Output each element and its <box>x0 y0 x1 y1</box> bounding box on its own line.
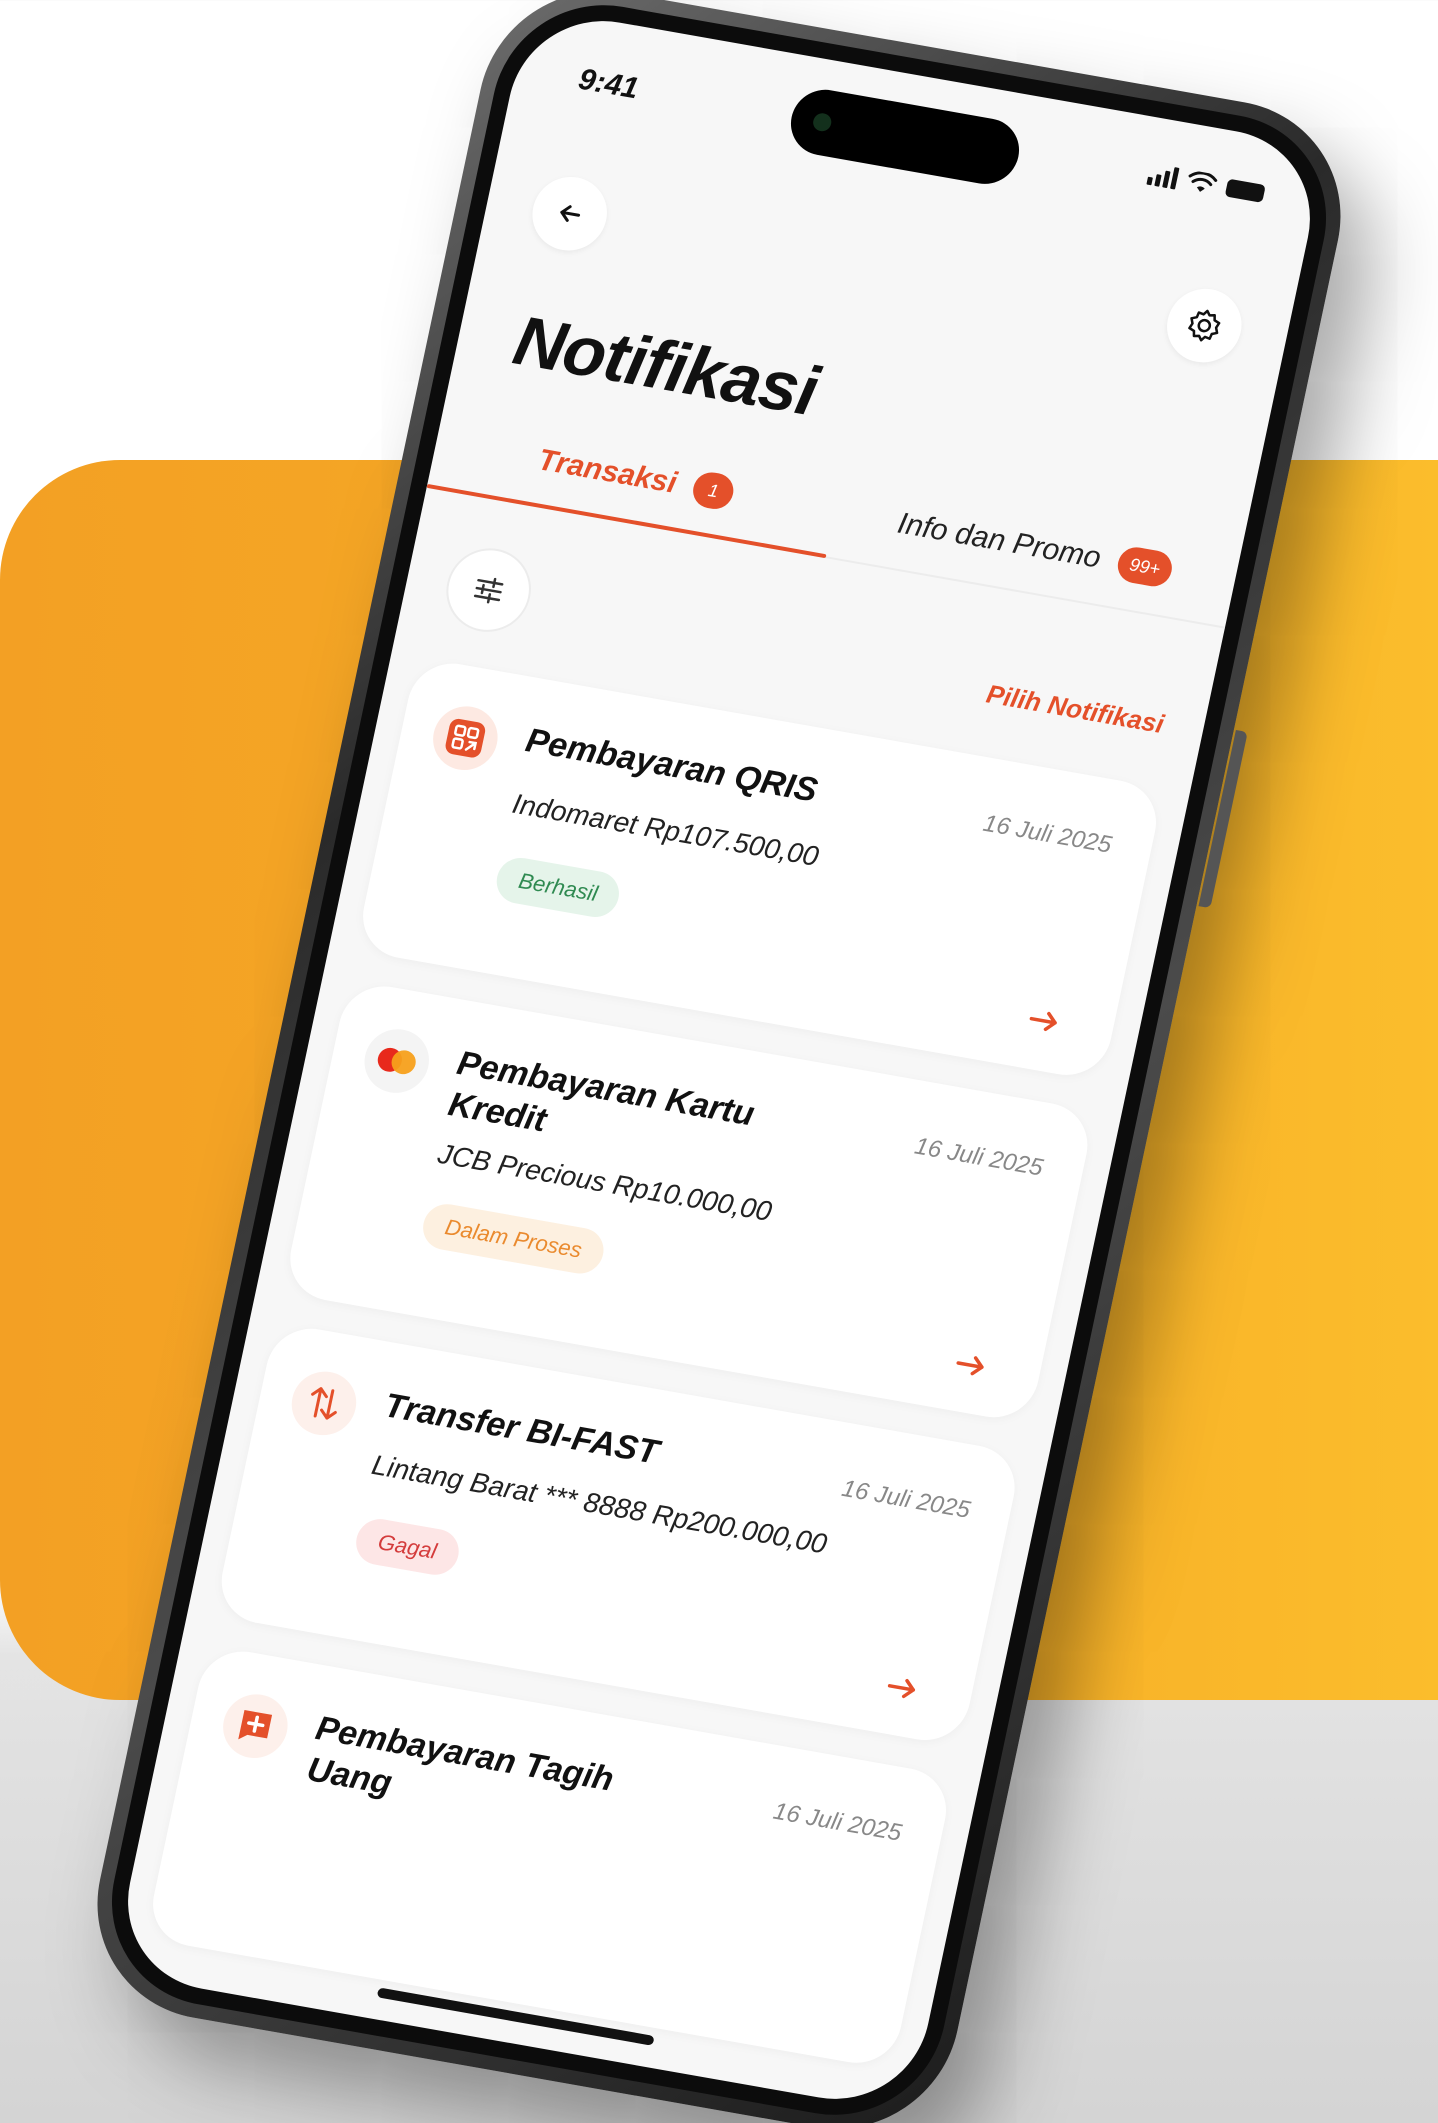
tab-badge: 99+ <box>1114 544 1176 590</box>
tab-label: Info dan Promo <box>894 506 1104 575</box>
status-badge: Gagal <box>351 1515 463 1579</box>
tab-info-promo[interactable]: Info dan Promo 99+ <box>826 468 1244 626</box>
status-bar: 9:41 <box>506 7 1327 255</box>
notification-date: 16 Juli 2025 <box>980 809 1114 859</box>
filter-button[interactable] <box>438 541 539 639</box>
transfer-icon <box>285 1366 363 1441</box>
status-icons <box>1146 163 1266 205</box>
camera-dot <box>811 111 833 133</box>
settings-button[interactable] <box>1160 282 1249 369</box>
status-time: 9:41 <box>575 62 642 106</box>
select-notifications-link[interactable]: Pilih Notifikasi <box>984 679 1167 740</box>
arrow-right-icon[interactable] <box>1017 995 1070 1046</box>
notification-date: 16 Juli 2025 <box>912 1132 1046 1182</box>
bill-icon <box>217 1689 294 1764</box>
dynamic-island <box>784 84 1026 190</box>
notification-date: 16 Juli 2025 <box>839 1474 973 1524</box>
status-badge: Dalam Proses <box>418 1200 608 1278</box>
wifi-icon <box>1188 171 1218 192</box>
status-badge: Berhasil <box>492 854 624 921</box>
sliders-icon <box>473 577 504 604</box>
notification-date: 16 Juli 2025 <box>770 1797 904 1847</box>
battery-icon <box>1224 178 1266 203</box>
arrow-right-icon[interactable] <box>944 1340 997 1391</box>
tab-label: Transaksi <box>535 443 680 500</box>
signal-icon <box>1146 163 1180 190</box>
arrow-left-icon <box>560 205 581 222</box>
tab-badge: 1 <box>690 469 737 512</box>
notification-title: Pembayaran Tagih Uang <box>303 1709 617 1803</box>
back-button[interactable] <box>525 171 614 257</box>
qris-icon <box>427 701 504 776</box>
page-title: Notifikasi <box>507 300 825 431</box>
tab-bar: Transaksi 1 Info dan Promo 99+ <box>426 397 1244 629</box>
gear-icon <box>1188 309 1221 342</box>
mastercard-icon <box>358 1024 435 1098</box>
arrow-right-icon[interactable] <box>875 1663 928 1714</box>
